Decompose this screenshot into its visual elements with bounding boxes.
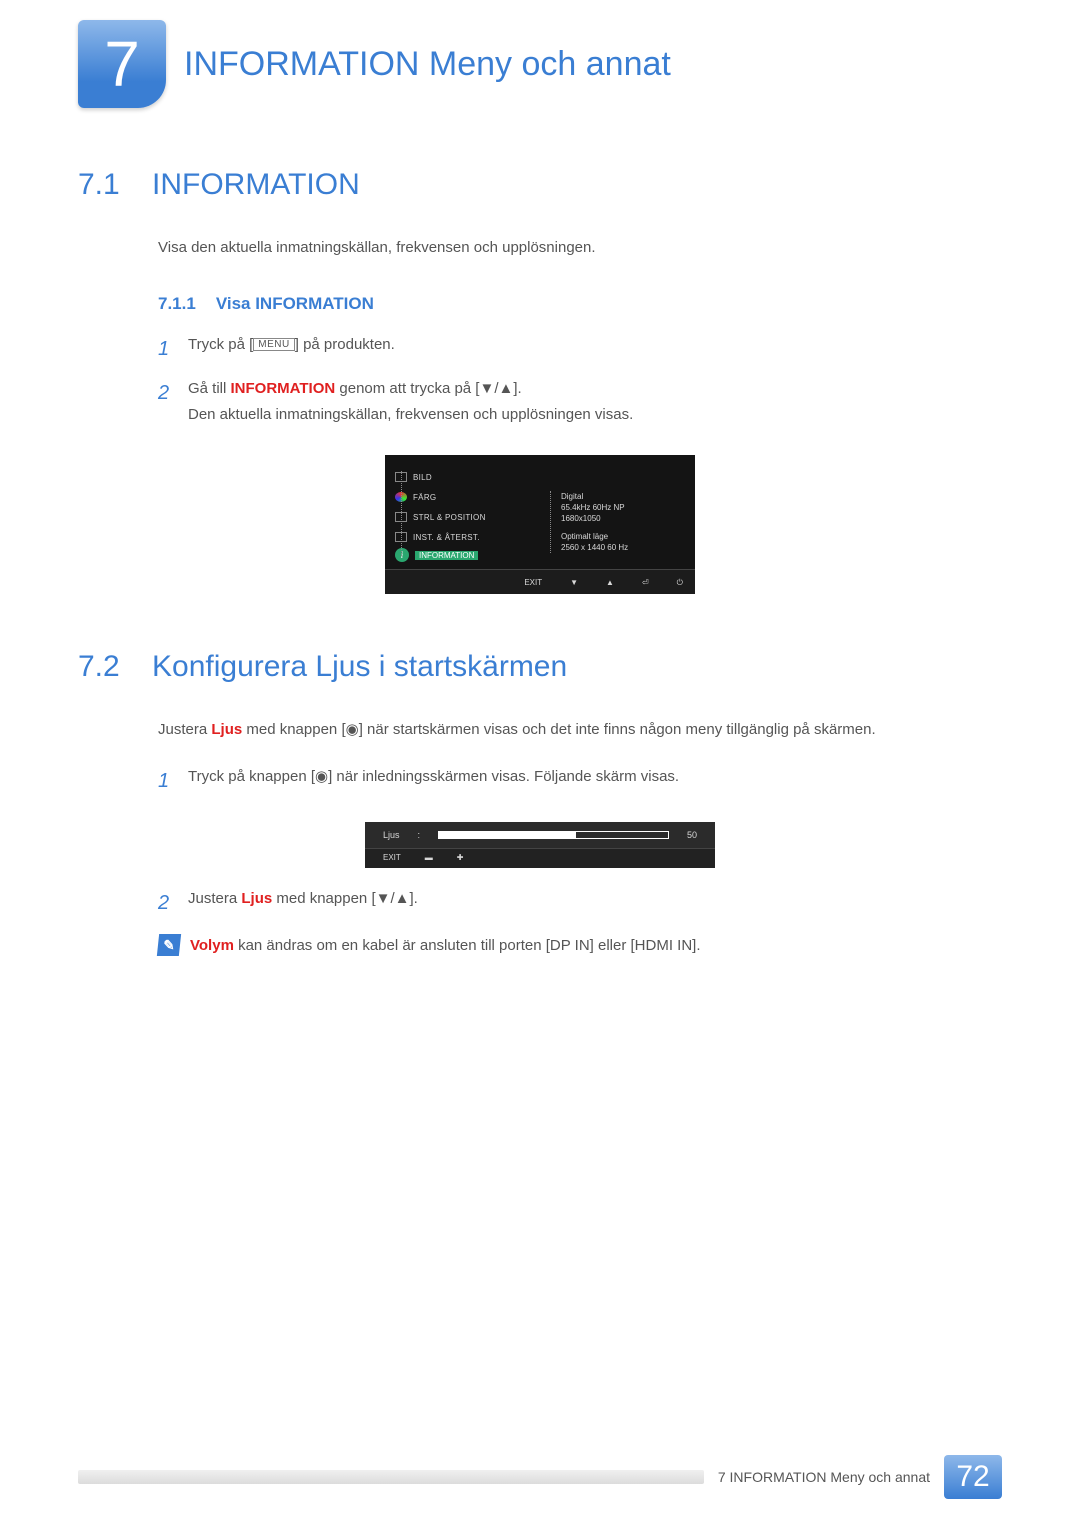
step-number: 2 (158, 886, 174, 920)
chapter-title: INFORMATION Meny och annat (184, 45, 671, 84)
step-number: 1 (158, 332, 174, 366)
up-icon: ▲ (606, 578, 614, 588)
intro-text: med knappen [◉] när startskärmen visas o… (242, 721, 875, 738)
osd-menu-item: INST. & ÅTERST. (413, 533, 480, 542)
step-2: 2 Gå till INFORMATION genom att trycka p… (158, 376, 1002, 427)
osd-detail-line: Optimalt läge (561, 531, 628, 542)
highlighted-word: Ljus (241, 890, 272, 907)
osd-screenshot: BILD FÄRG STRL & POSITION INST. & ÅTERST… (385, 455, 695, 594)
down-icon: ▼ (570, 578, 578, 588)
section-7-2-intro: Justera Ljus med knappen [◉] när startsk… (158, 718, 1002, 742)
step-text: med knappen [▼/▲]. (272, 890, 418, 907)
osd-detail-line: 2560 x 1440 60 Hz (561, 542, 628, 553)
brightness-slider (438, 831, 669, 839)
highlighted-word: INFORMATION (231, 380, 336, 397)
highlighted-word: Ljus (211, 721, 242, 738)
step-number: 1 (158, 764, 174, 798)
footer-rule (78, 1470, 704, 1484)
intro-text: Justera (158, 721, 211, 738)
osd-menu-item-selected: INFORMATION (415, 551, 478, 560)
osd-menu-item: FÄRG (413, 493, 436, 502)
chapter-header: 7 INFORMATION Meny och annat (78, 20, 1002, 108)
colon-label: : (418, 830, 421, 840)
step-number: 2 (158, 376, 174, 410)
subsection-7-1-1: 7.1.1 Visa INFORMATION (158, 294, 1002, 314)
osd-menu-item: BILD (413, 473, 432, 482)
section-7-1: 7.1 INFORMATION (78, 168, 1002, 202)
note-text: kan ändras om en kabel är ansluten till … (234, 937, 701, 954)
step-text: genom att trycka på [▼/▲]. (335, 380, 521, 397)
section-number: 7.1 (78, 168, 130, 202)
highlighted-word: Volym (190, 937, 234, 954)
note-icon: ✎ (157, 934, 181, 956)
section-title: INFORMATION (152, 168, 360, 202)
footer-title: 7 INFORMATION Meny och annat (718, 1469, 930, 1485)
step-text: Tryck på [ (188, 336, 253, 353)
osd-detail-line: 1680x1050 (561, 513, 628, 524)
chapter-number-badge: 7 (78, 20, 166, 108)
osd-detail-line: 65.4kHz 60Hz NP (561, 502, 628, 513)
exit-label: EXIT (524, 578, 542, 588)
page-footer: 7 INFORMATION Meny och annat 72 (78, 1455, 1002, 1499)
section-7-1-intro: Visa den aktuella inmatningskällan, frek… (158, 236, 1002, 260)
step-2: 2 Justera Ljus med knappen [▼/▲]. (158, 886, 1002, 920)
step-text: Gå till (188, 380, 231, 397)
step-text: Tryck på knappen [◉] när inledningsskärm… (188, 764, 679, 790)
step-1: 1 Tryck på knappen [◉] när inledningsskä… (158, 764, 1002, 798)
power-icon: ⏻ (677, 578, 683, 588)
step-text-line2: Den aktuella inmatningskällan, frekvense… (188, 406, 633, 423)
section-number: 7.2 (78, 650, 130, 684)
osd-detail-panel: Digital 65.4kHz 60Hz NP 1680x1050 Optima… (550, 491, 628, 553)
step-text: Justera (188, 890, 241, 907)
brightness-osd: Ljus : 50 EXIT ▬ ✚ (365, 822, 715, 868)
step-1: 1 Tryck på [MENU] på produkten. (158, 332, 1002, 366)
page-number: 72 (944, 1455, 1002, 1499)
plus-icon: ✚ (457, 853, 464, 862)
osd-detail-line: Digital (561, 491, 628, 502)
step-text: ] på produkten. (295, 336, 395, 353)
note: ✎ Volym kan ändras om en kabel är anslut… (158, 934, 1002, 958)
exit-label: EXIT (383, 853, 401, 862)
info-icon: i (395, 548, 409, 562)
menu-key-label: MENU (253, 338, 294, 351)
brightness-label: Ljus (383, 830, 400, 840)
enter-icon: ⏎ (642, 578, 649, 588)
subsection-title: Visa INFORMATION (216, 294, 374, 314)
osd-menu-item: STRL & POSITION (413, 513, 486, 522)
brightness-value: 50 (687, 830, 697, 840)
osd-button-bar: EXIT ▼ ▲ ⏎ ⏻ (385, 569, 695, 594)
section-title: Konfigurera Ljus i startskärmen (152, 650, 567, 684)
subsection-number: 7.1.1 (158, 294, 196, 314)
minus-icon: ▬ (425, 853, 433, 862)
section-7-2: 7.2 Konfigurera Ljus i startskärmen (78, 650, 1002, 684)
